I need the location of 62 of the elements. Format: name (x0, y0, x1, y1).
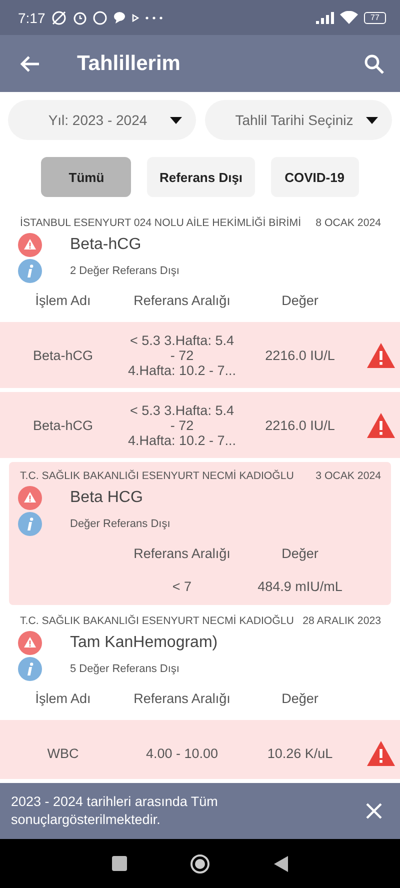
column-header: Değer (280, 292, 320, 310)
institution-name: T.C. SAĞLIK BAKANLIĞI ESENYURT NECMİ KADIOĞLU (20, 470, 294, 482)
home-icon[interactable] (190, 854, 210, 874)
mute-icon (51, 10, 68, 26)
wifi-icon (340, 11, 358, 24)
result-value: 484.9 mIU/mL (256, 578, 344, 594)
test-title: Tam KanHemogram) (70, 634, 218, 652)
battery-icon: 77 (364, 12, 386, 24)
column-header: İşlem Adı (34, 292, 92, 310)
filter-dropdown[interactable]: Yıl: 2023 - 2024 (8, 100, 196, 140)
warning-icon (18, 233, 42, 257)
column-header: Referans Aralığı (132, 292, 232, 310)
chat-icon (93, 10, 108, 24)
result-date: 3 OCAK 2024 (316, 470, 381, 482)
result-date: 8 OCAK 2024 (316, 217, 381, 229)
dropdown-caret-icon (170, 116, 182, 124)
column-header: Referans Aralığı (132, 545, 232, 563)
test-title: Beta HCG (70, 489, 143, 507)
warning-icon (366, 740, 396, 766)
info-icon (18, 512, 42, 536)
institution-name: İSTANBUL ESENYURT 024 NOLU AİLE HEKİMLİĞİ BİRİMİ (20, 217, 302, 229)
filter-chip[interactable]: COVID-19 (270, 157, 359, 197)
message-icon (113, 11, 126, 24)
warning-icon (366, 342, 396, 368)
out-of-range-summary: Değer Referans Dışı (70, 518, 170, 530)
column-header: İşlem Adı (34, 690, 92, 708)
test-name: Beta-hCG (32, 418, 94, 432)
status-time: 7:17 (18, 10, 46, 26)
reference-range: 4.00 - 10.00 (144, 746, 220, 760)
column-header: Değer (280, 690, 320, 708)
test-title: Beta-hCG (70, 236, 142, 254)
info-icon (18, 657, 42, 681)
column-header: Değer (280, 545, 320, 563)
reference-range: < 5.3 3.Hafta: 5.4 - 72 4.Hafta: 10.2 - 7... (126, 332, 238, 378)
reference-range: < 7 (171, 578, 193, 594)
alarm-icon (73, 10, 88, 24)
warning-icon (366, 412, 396, 438)
dropdown-caret-icon (366, 116, 378, 124)
snackbar-message: 2023 - 2024 tarihleri arasında Tüm sonuçlargösterilmektedir. (11, 793, 219, 829)
out-of-range-summary: 5 Değer Referans Dışı (70, 663, 180, 675)
filter-chip[interactable]: Referans Dışı (147, 157, 255, 197)
column-header: Referans Aralığı (132, 690, 232, 708)
info-icon (18, 259, 42, 283)
result-value: 2216.0 IU/L (264, 418, 336, 432)
result-value: 2216.0 IU/L (264, 348, 336, 362)
reference-range: < 5.3 3.Hafta: 5.4 - 72 4.Hafta: 10.2 - 7... (126, 402, 238, 448)
test-name: Beta-hCG (32, 348, 94, 362)
test-name: WBC (46, 746, 80, 760)
filter-dropdown[interactable]: Tahlil Tarihi Seçiniz (204, 100, 392, 140)
more-icon (145, 16, 164, 20)
signal-icon (316, 12, 334, 24)
recents-icon[interactable] (112, 856, 127, 871)
out-of-range-summary: 2 Değer Referans Dışı (70, 265, 180, 277)
result-date: 28 ARALIK 2023 (302, 615, 381, 627)
warning-icon (18, 486, 42, 510)
institution-name: T.C. SAĞLIK BAKANLIĞI ESENYURT NECMİ KADIOĞLU (20, 615, 294, 627)
filter-chip[interactable]: Tümü (41, 157, 132, 197)
screen-title: Tahlillerim (77, 52, 182, 76)
play-icon (132, 14, 140, 22)
back-icon[interactable] (274, 856, 288, 872)
result-value: 10.26 K/uL (266, 746, 334, 760)
warning-icon (18, 631, 42, 655)
